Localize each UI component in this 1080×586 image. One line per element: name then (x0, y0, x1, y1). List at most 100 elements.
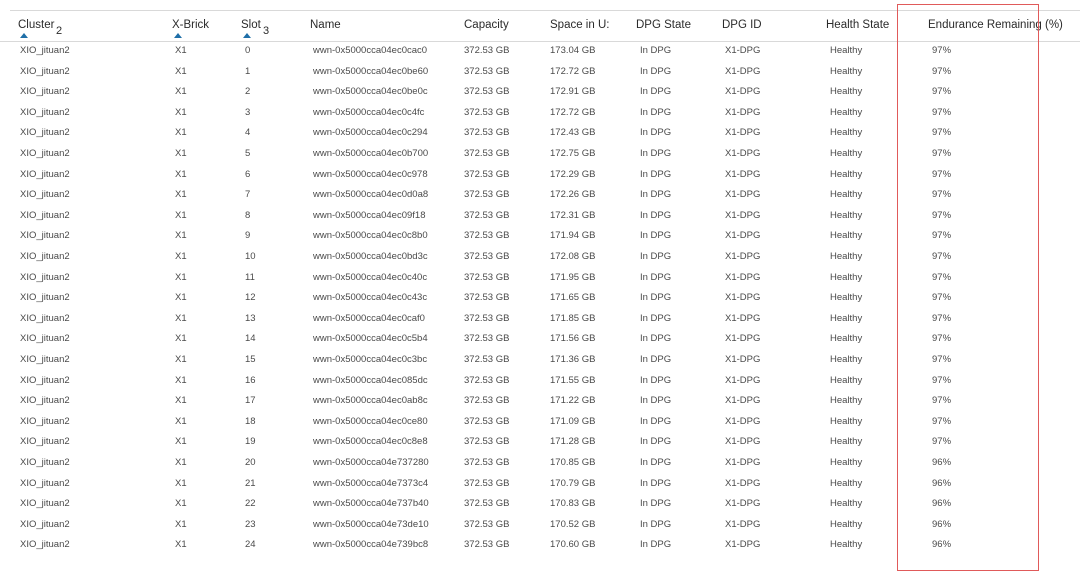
column-header-endurance[interactable]: Endurance Remaining (%) (928, 19, 1063, 31)
cell-slot: 22 (245, 498, 256, 510)
cell-capacity: 372.53 GB (464, 271, 510, 283)
column-header-label: X-Brick (172, 19, 210, 31)
table-row[interactable]: XIO_jituan2 X1 4 wwn-0x5000cca04ec0c294 372.… (0, 123, 1080, 144)
table-row[interactable]: XIO_jituan2 X1 18 wwn-0x5000cca04ec0ce80 372… (0, 412, 1080, 433)
cell-cluster: XIO_jituan2 (20, 271, 70, 283)
cell-space: 172.08 GB (550, 251, 596, 262)
table-row[interactable]: XIO_jituan2 X1 21 wwn-0x5000cca04e7373c4 372… (0, 474, 1080, 495)
table-row[interactable]: XIO_jituan2 X1 12 wwn-0x5000cca04ec0c43c 372… (0, 288, 1080, 309)
cell-dpg_id: X1-DPG (725, 333, 761, 345)
cell-slot: 24 (245, 539, 256, 551)
cell-capacity: 372.53 GB (464, 415, 510, 427)
cell-slot: 5 (245, 148, 251, 159)
cell-name: wwn-0x5000cca04ec0c43c (313, 292, 428, 304)
cell-cluster: XIO_jituan2 (20, 189, 70, 201)
table-row[interactable]: XIO_jituan2 X1 10 wwn-0x5000cca04ec0bd3c 372… (0, 247, 1080, 268)
column-header-space[interactable]: Space in U: (550, 19, 609, 31)
cell-xbrick: X1 (175, 189, 187, 201)
cell-capacity: 372.53 GB (464, 189, 510, 201)
cell-space: 170.79 GB (550, 477, 596, 489)
cell-endurance: 97% (932, 251, 952, 262)
cell-endurance: 97% (932, 436, 952, 448)
cell-dpg_state: In DPG (640, 333, 672, 345)
cell-health: Healthy (830, 45, 863, 56)
table-row[interactable]: XIO_jituan2 X1 22 wwn-0x5000cca04e737b40 372… (0, 494, 1080, 515)
cell-dpg_id: X1-DPG (725, 498, 761, 510)
cell-dpg_id: X1-DPG (725, 374, 761, 386)
column-header-label: Slot (241, 19, 261, 31)
table-row[interactable]: XIO_jituan2 X1 24 wwn-0x5000cca04e739bc8 372… (0, 535, 1080, 556)
cell-xbrick: X1 (175, 106, 187, 118)
cell-dpg_state: In DPG (640, 86, 672, 98)
cell-health: Healthy (830, 539, 863, 551)
table-row[interactable]: XIO_jituan2 X1 13 wwn-0x5000cca04ec0caf0 372… (0, 309, 1080, 330)
column-header-label: DPG ID (722, 19, 762, 31)
cell-dpg_id: X1-DPG (725, 168, 761, 180)
table-row[interactable]: XIO_jituan2 X1 23 wwn-0x5000cca04e73de10 372… (0, 515, 1080, 536)
cell-capacity: 372.53 GB (464, 251, 510, 262)
cell-xbrick: X1 (175, 498, 187, 510)
table-row[interactable]: XIO_jituan2 X1 17 wwn-0x5000cca04ec0ab8c 372… (0, 391, 1080, 412)
sort-ascending-icon[interactable] (174, 33, 182, 38)
column-header-slot[interactable]: Slot 3 (241, 19, 269, 38)
cell-endurance: 97% (932, 65, 952, 77)
cell-dpg_state: In DPG (640, 209, 672, 221)
cell-dpg_id: X1-DPG (725, 292, 761, 304)
cell-dpg_state: In DPG (640, 518, 672, 530)
table-row[interactable]: XIO_jituan2 X1 8 wwn-0x5000cca04ec09f18 372.… (0, 206, 1080, 227)
cell-name: wwn-0x5000cca04e7373c4 (313, 477, 429, 489)
cell-xbrick: X1 (175, 457, 187, 468)
table-row[interactable]: XIO_jituan2 X1 14 wwn-0x5000cca04ec0c5b4 372… (0, 329, 1080, 350)
column-header-dpg_id[interactable]: DPG ID (722, 19, 762, 31)
sort-ascending-icon[interactable] (243, 33, 251, 38)
cell-endurance: 97% (932, 106, 952, 118)
column-header-health[interactable]: Health State (826, 19, 889, 31)
table-row[interactable]: XIO_jituan2 X1 19 wwn-0x5000cca04ec0c8e8 372… (0, 432, 1080, 453)
cell-slot: 6 (245, 168, 251, 180)
cell-slot: 8 (245, 209, 251, 221)
sort-ascending-icon[interactable] (20, 33, 28, 38)
table-row[interactable]: XIO_jituan2 X1 6 wwn-0x5000cca04ec0c978 372.… (0, 165, 1080, 186)
cell-capacity: 372.53 GB (464, 457, 510, 468)
cell-cluster: XIO_jituan2 (20, 312, 70, 324)
column-header-name[interactable]: Name (310, 19, 341, 31)
cell-cluster: XIO_jituan2 (20, 457, 70, 468)
table-row[interactable]: XIO_jituan2 X1 0 wwn-0x5000cca04ec0cac0 372.… (0, 41, 1080, 62)
table-row[interactable]: XIO_jituan2 X1 11 wwn-0x5000cca04ec0c40c 372… (0, 268, 1080, 289)
column-header-dpg_state[interactable]: DPG State (636, 19, 691, 31)
cell-cluster: XIO_jituan2 (20, 498, 70, 510)
column-header-capacity[interactable]: Capacity (464, 19, 509, 31)
cell-xbrick: X1 (175, 148, 187, 159)
cell-name: wwn-0x5000cca04ec0ce80 (313, 415, 428, 427)
table-row[interactable]: XIO_jituan2 X1 16 wwn-0x5000cca04ec085dc 372… (0, 371, 1080, 392)
sort-order-number: 2 (56, 25, 63, 37)
column-header-cluster[interactable]: Cluster 2 (18, 19, 62, 38)
cell-endurance: 97% (932, 168, 952, 180)
table-row[interactable]: XIO_jituan2 X1 7 wwn-0x5000cca04ec0d0a8 372.… (0, 185, 1080, 206)
cell-name: wwn-0x5000cca04e73de10 (313, 518, 429, 530)
table-row[interactable]: XIO_jituan2 X1 5 wwn-0x5000cca04ec0b700 372.… (0, 144, 1080, 165)
cell-dpg_state: In DPG (640, 395, 672, 407)
table-row[interactable]: XIO_jituan2 X1 20 wwn-0x5000cca04e737280 372… (0, 453, 1080, 474)
cell-capacity: 372.53 GB (464, 230, 510, 242)
cell-name: wwn-0x5000cca04e739bc8 (313, 539, 429, 551)
cell-xbrick: X1 (175, 395, 187, 407)
cell-capacity: 372.53 GB (464, 498, 510, 510)
cell-space: 171.56 GB (550, 333, 596, 345)
cell-dpg_id: X1-DPG (725, 436, 761, 448)
table-row[interactable]: XIO_jituan2 X1 2 wwn-0x5000cca04ec0be0c 372.… (0, 82, 1080, 103)
cell-health: Healthy (830, 498, 863, 510)
cell-name: wwn-0x5000cca04ec0cac0 (313, 45, 428, 56)
table-row[interactable]: XIO_jituan2 X1 9 wwn-0x5000cca04ec0c8b0 372.… (0, 226, 1080, 247)
table-row[interactable]: XIO_jituan2 X1 3 wwn-0x5000cca04ec0c4fc 372.… (0, 103, 1080, 124)
cell-endurance: 96% (932, 498, 952, 510)
table-row[interactable]: XIO_jituan2 X1 15 wwn-0x5000cca04ec0c3bc 372… (0, 350, 1080, 371)
cell-endurance: 97% (932, 148, 952, 159)
column-header-xbrick[interactable]: X-Brick (172, 19, 210, 38)
cell-health: Healthy (830, 477, 863, 489)
cell-cluster: XIO_jituan2 (20, 518, 70, 530)
cell-dpg_state: In DPG (640, 436, 672, 448)
table-row[interactable]: XIO_jituan2 X1 1 wwn-0x5000cca04ec0be60 372.… (0, 62, 1080, 83)
cell-health: Healthy (830, 518, 863, 530)
cell-dpg_state: In DPG (640, 354, 672, 365)
